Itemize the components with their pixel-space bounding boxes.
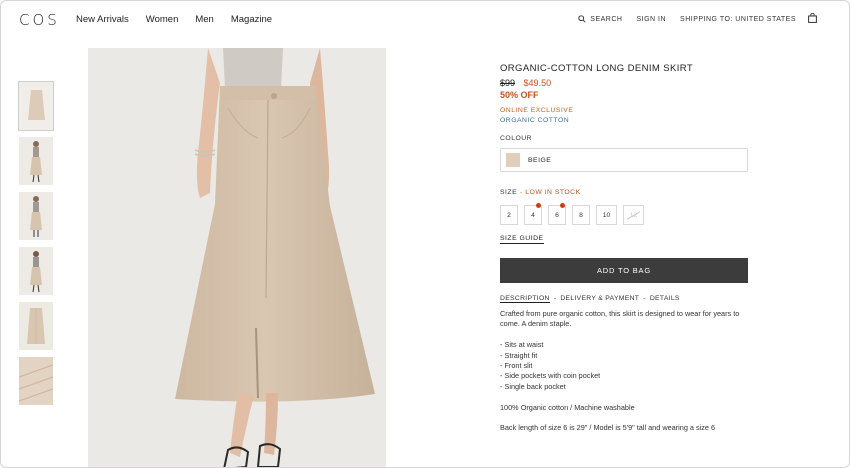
size-option-2[interactable]: 2 [500, 205, 518, 225]
shipping-selector[interactable]: SHIPPING TO: UNITED STATES [680, 16, 796, 23]
tab-separator: - [643, 295, 646, 302]
search-label: SEARCH [590, 15, 623, 23]
colour-selector[interactable]: BEIGE [500, 148, 748, 172]
feature-list: - Sits at waist - Straight fit - Front s… [500, 340, 748, 392]
feature-item: - Straight fit [500, 350, 538, 360]
feature-item: - Sits at waist [500, 340, 544, 350]
discount-label: 50% OFF [500, 90, 539, 100]
composition-text: 100% Organic cotton / Machine washable [500, 402, 635, 412]
feature-item: - Front slit [500, 361, 533, 371]
thumbnail-6[interactable] [19, 357, 53, 405]
thumbnail-1[interactable] [18, 81, 54, 131]
size-option-6[interactable]: 6 [548, 203, 566, 225]
thumbnail-5[interactable] [19, 302, 53, 350]
tab-separator: - [553, 295, 557, 302]
size-option-10[interactable]: 10 [596, 205, 617, 225]
nav-women[interactable]: Women [146, 14, 179, 25]
nav-magazine[interactable]: Magazine [231, 14, 272, 25]
size-option-4[interactable]: 4 [524, 203, 542, 225]
tab-delivery-payment[interactable]: DELIVERY & PAYMENT [560, 295, 639, 303]
nav-new-arrivals[interactable]: New Arrivals [76, 14, 129, 25]
feature-item: - Single back pocket [500, 381, 566, 391]
page-frame: COS New Arrivals Women Men Magazine SEAR… [0, 0, 850, 468]
low-stock-dot [536, 203, 541, 208]
search-icon [578, 15, 586, 23]
colour-label: COLOUR [500, 135, 533, 142]
info-tabs: DESCRIPTION - DELIVERY & PAYMENT - DETAI… [500, 295, 748, 303]
size-6-label: 6 [555, 211, 559, 219]
fit-note-text: Back length of size 6 is 29" / Model is … [500, 423, 716, 433]
tab-details[interactable]: DETAILS [650, 295, 680, 303]
size-label: SIZE [500, 189, 518, 196]
shopping-bag-icon[interactable] [808, 13, 817, 23]
thumbnail-3[interactable] [19, 192, 53, 240]
price-row: $99 $49.50 [500, 78, 748, 88]
size-options: 2 4 6 8 10 12 [500, 203, 748, 225]
search-button[interactable]: SEARCH [578, 15, 622, 23]
online-exclusive-badge: ONLINE EXCLUSIVE [500, 107, 574, 114]
size-8-label: 8 [579, 211, 583, 219]
low-stock-note: - LOW IN STOCK [520, 189, 581, 196]
tab-description[interactable]: DESCRIPTION [500, 295, 550, 303]
thumbnail-list [18, 81, 54, 412]
feature-item: - Side pockets with coin pocket [500, 371, 601, 381]
add-to-bag-button[interactable]: ADD TO BAG [500, 258, 748, 283]
size-header: SIZE - LOW IN STOCK [500, 189, 748, 196]
product-title: ORGANIC-COTTON LONG DENIM SKIRT [500, 63, 694, 74]
low-stock-dot [560, 203, 565, 208]
size-option-12[interactable]: 12 [623, 205, 644, 225]
size-4-label: 4 [531, 211, 535, 219]
sale-price: $49.50 [523, 78, 552, 88]
main-nav: New Arrivals Women Men Magazine [76, 14, 272, 25]
cos-logo[interactable]: COS [19, 11, 60, 29]
colour-value: BEIGE [528, 156, 552, 164]
thumbnail-4[interactable] [19, 247, 53, 295]
product-main-image[interactable] [88, 48, 386, 467]
size-2-label: 2 [507, 211, 511, 219]
description-text: Crafted from pure organic cotton, this s… [500, 309, 740, 329]
size-10-label: 10 [602, 211, 611, 219]
original-price: $99 [500, 78, 516, 88]
sign-in-link[interactable]: SIGN IN [636, 16, 666, 23]
product-info-panel: ORGANIC-COTTON LONG DENIM SKIRT $99 $49.… [500, 63, 748, 444]
thumbnail-2[interactable] [19, 137, 53, 185]
beige-swatch [506, 153, 520, 167]
nav-men[interactable]: Men [195, 14, 213, 25]
description-body: Crafted from pure organic cotton, this s… [500, 309, 748, 434]
organic-cotton-badge: ORGANIC COTTON [500, 117, 570, 124]
size-option-8[interactable]: 8 [572, 205, 590, 225]
size-guide-link[interactable]: SIZE GUIDE [500, 235, 544, 244]
utility-nav: SEARCH SIGN IN SHIPPING TO: UNITED STATE… [578, 15, 796, 23]
